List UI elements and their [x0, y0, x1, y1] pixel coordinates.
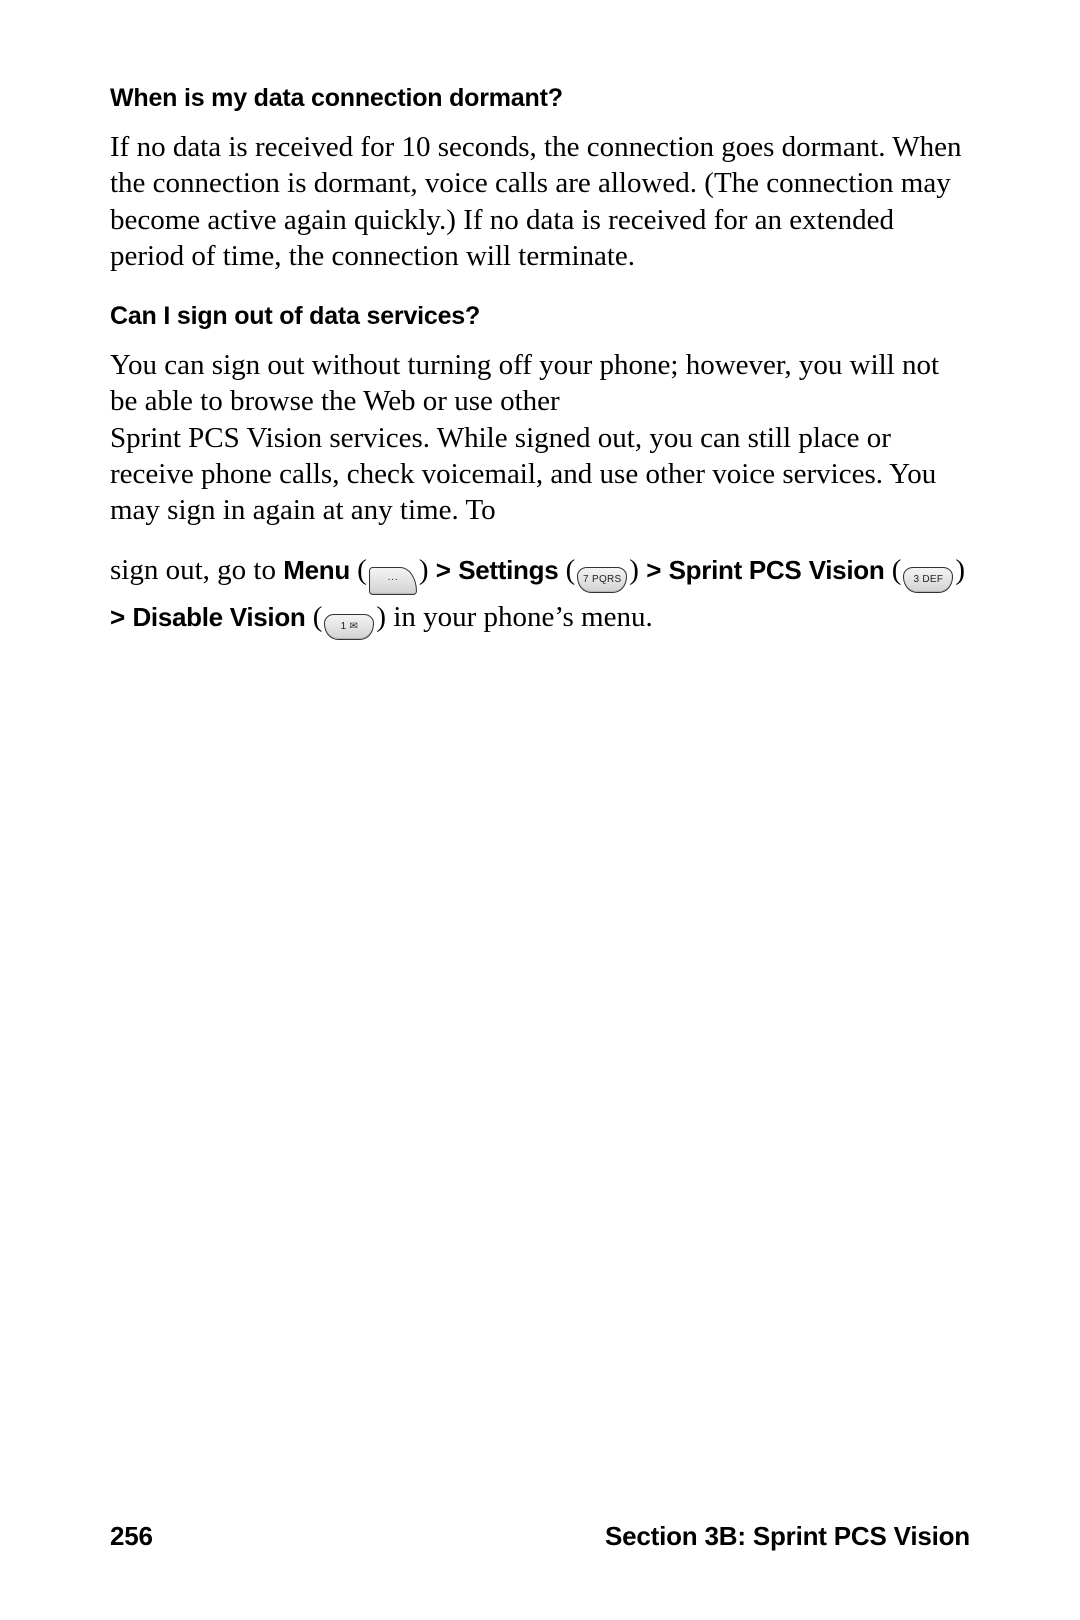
faq-heading-2: Can I sign out of data services?	[110, 302, 970, 331]
key-7-icon: 7 PQRS	[577, 567, 627, 593]
nav-sep: >	[436, 555, 451, 585]
nav-vision-label-1: Sprint PCS	[669, 555, 802, 585]
section-title: Section 3B: Sprint PCS Vision	[605, 1521, 970, 1552]
nav-sep: >	[646, 555, 661, 585]
faq-body-2b: Sprint PCS Vision services. While signed…	[110, 420, 970, 529]
nav-sep: >	[110, 602, 125, 632]
key-3-icon: 3 DEF	[903, 567, 953, 593]
nav-prefix: sign out, go to	[110, 554, 283, 586]
nav-vision-label-2: Vision	[809, 555, 885, 585]
nav-menu-label: Menu	[283, 555, 350, 585]
faq-heading-1: When is my data connection dormant?	[110, 84, 970, 113]
softkey-icon: ···	[369, 567, 417, 595]
page-number: 256	[110, 1521, 153, 1552]
nav-settings-label: Settings	[458, 555, 558, 585]
menu-path: sign out, go to Menu (···) > Settings (7…	[110, 548, 970, 640]
manual-page: When is my data connection dormant? If n…	[0, 0, 1080, 1620]
faq-body-1: If no data is received for 10 seconds, t…	[110, 129, 970, 274]
nav-tail: in your phone’s menu.	[386, 601, 653, 633]
page-footer: 256 Section 3B: Sprint PCS Vision	[110, 1521, 970, 1552]
key-1-icon: 1 ✉	[324, 614, 374, 640]
faq-body-2a: You can sign out without turning off you…	[110, 347, 970, 420]
nav-disable-label: Disable Vision	[132, 602, 305, 632]
